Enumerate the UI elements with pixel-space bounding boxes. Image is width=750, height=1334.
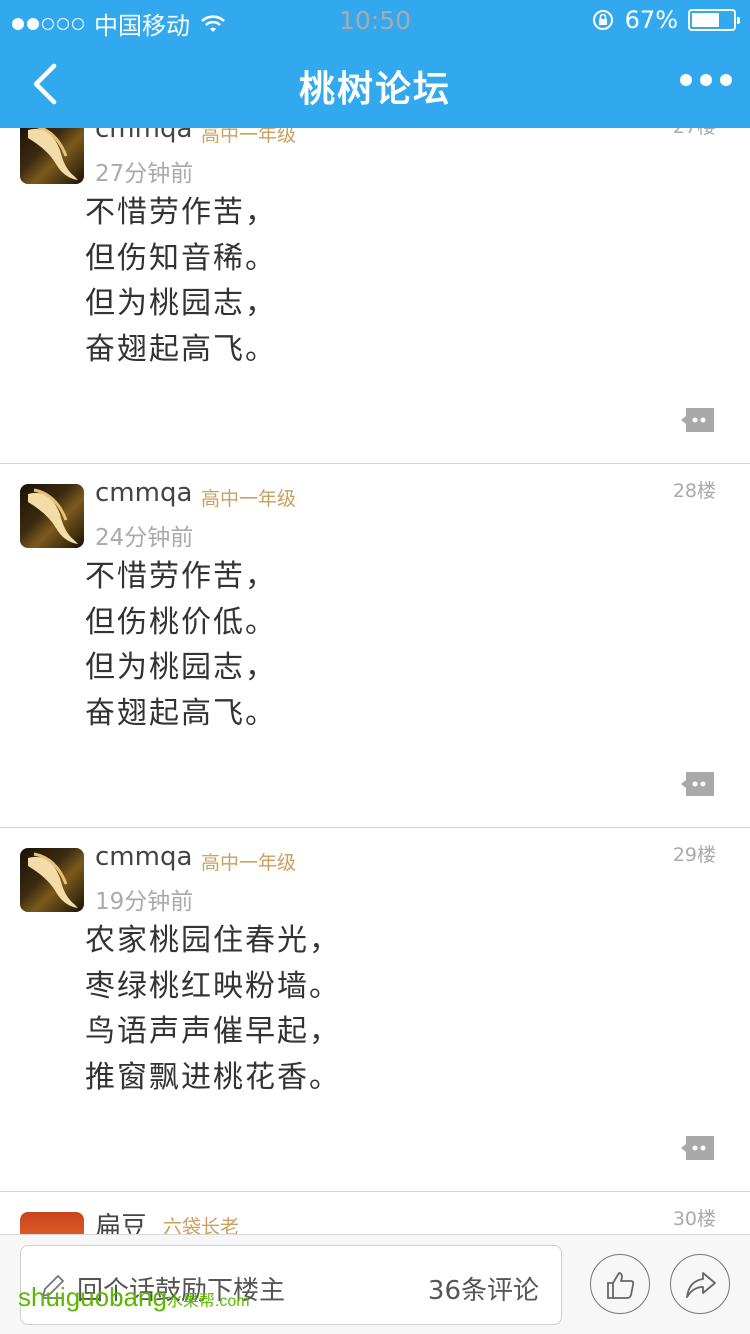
poem-line: 奋翅起高飞。	[85, 331, 277, 367]
floor-number: 29楼	[672, 844, 716, 866]
post-body: 不惜劳作苦， 但伤桃价低。 但为桃园志， 奋翅起高飞。	[85, 554, 277, 736]
reply-post: 扁豆 六袋长老 30楼	[0, 1192, 750, 1234]
reply-post: cmmqa 高中一年级 28楼 24分钟前 不惜劳作苦， 但伤桃价低。 但为桃园…	[0, 464, 750, 828]
poem-line: 推窗飘进桃花香。	[85, 1059, 341, 1095]
post-time: 27分钟前	[95, 161, 194, 187]
reply-comment-icon[interactable]	[680, 406, 716, 434]
poem-line: 但为桃园志，	[85, 650, 277, 685]
poem-line: 农家桃园住春光，	[85, 923, 341, 958]
post-time: 24分钟前	[95, 525, 194, 551]
reply-comment-icon[interactable]	[680, 1134, 716, 1162]
floor-number: 28楼	[672, 480, 716, 502]
poem-line: 鸟语声声催早起，	[85, 1014, 341, 1049]
thread-replies[interactable]: cmmqa 高中一年级 27楼 27分钟前 不惜劳作苦， 但伤知音稀。 但为桃园…	[0, 128, 750, 1234]
user-grade-badge: 高中一年级	[201, 488, 297, 510]
username[interactable]: cmmqa	[95, 128, 192, 144]
poem-line: 但伤知音稀。	[85, 240, 277, 276]
username[interactable]: cmmqa	[95, 478, 192, 508]
comment-count[interactable]: 36条评论	[428, 1270, 539, 1307]
post-body: 农家桃园住春光， 枣绿桃红映粉墙。 鸟语声声催早起， 推窗飘进桃花香。	[85, 918, 341, 1100]
username[interactable]: 扁豆	[95, 1206, 147, 1234]
poem-line: 但为桃园志，	[85, 286, 277, 321]
navigation-bar: 桃树论坛	[0, 40, 750, 128]
avatar[interactable]	[20, 128, 84, 184]
reply-post: cmmqa 高中一年级 29楼 19分钟前 农家桃园住春光， 枣绿桃红映粉墙。 …	[0, 828, 750, 1192]
user-grade-badge: 高中一年级	[201, 852, 297, 874]
thumbs-up-icon	[607, 1272, 635, 1299]
poem-line: 但伤桃价低。	[85, 604, 277, 640]
post-time: 19分钟前	[95, 889, 194, 915]
avatar[interactable]	[20, 1212, 84, 1234]
reply-post: cmmqa 高中一年级 27楼 27分钟前 不惜劳作苦， 但伤知音稀。 但为桃园…	[0, 128, 750, 464]
more-dots-icon[interactable]	[680, 74, 732, 86]
page-title: 桃树论坛	[298, 69, 451, 110]
user-grade-badge: 高中一年级	[201, 128, 297, 146]
reply-comment-icon[interactable]	[680, 770, 716, 798]
avatar[interactable]	[20, 484, 84, 548]
rotation-lock-icon	[592, 10, 613, 30]
user-grade-badge: 六袋长老	[163, 1216, 240, 1234]
status-bar: 中国移动 10:50 67%	[0, 0, 750, 40]
share-button[interactable]	[670, 1254, 730, 1314]
avatar[interactable]	[20, 848, 84, 912]
floor-number: 27楼	[673, 128, 716, 139]
poem-line: 奋翅起高飞。	[85, 695, 277, 731]
battery-percent: 67%	[624, 6, 678, 34]
watermark: shuiguobang水果帮.com	[18, 1282, 250, 1312]
share-arrow-icon	[686, 1272, 716, 1298]
floor-number: 30楼	[672, 1208, 716, 1230]
username[interactable]: cmmqa	[95, 842, 192, 872]
poem-line: 枣绿桃红映粉墙。	[85, 968, 341, 1004]
like-button[interactable]	[590, 1254, 650, 1314]
poem-line: 不惜劳作苦，	[85, 195, 277, 230]
battery-icon	[688, 9, 740, 31]
post-body: 不惜劳作苦， 但伤知音稀。 但为桃园志， 奋翅起高飞。	[85, 190, 277, 372]
poem-line: 不惜劳作苦，	[85, 559, 277, 594]
